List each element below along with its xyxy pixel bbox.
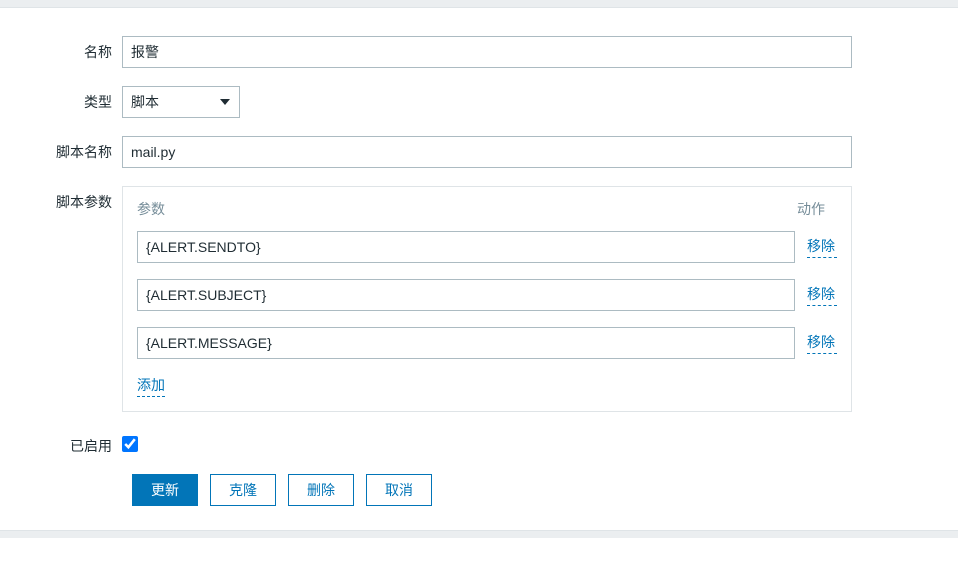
row-script-name: 脚本名称 <box>0 136 958 168</box>
delete-button[interactable]: 删除 <box>288 474 354 506</box>
row-enabled: 已启用 <box>0 430 958 456</box>
name-input[interactable] <box>122 36 852 68</box>
label-enabled: 已启用 <box>0 430 122 456</box>
param-row: 移除 <box>137 279 837 311</box>
param-input[interactable] <box>137 327 795 359</box>
params-header-param: 参数 <box>137 199 797 219</box>
enabled-checkbox[interactable] <box>122 436 138 452</box>
remove-link[interactable]: 移除 <box>807 236 837 258</box>
clone-button[interactable]: 克隆 <box>210 474 276 506</box>
params-header: 参数 动作 <box>137 199 837 219</box>
label-script-params: 脚本参数 <box>0 186 122 212</box>
script-name-input[interactable] <box>122 136 852 168</box>
type-select[interactable]: 脚本 <box>122 86 240 118</box>
remove-link[interactable]: 移除 <box>807 284 837 306</box>
label-name: 名称 <box>0 36 122 62</box>
row-name: 名称 <box>0 36 958 68</box>
row-script-params: 脚本参数 参数 动作 移除 移除 移除 添 <box>0 186 958 412</box>
bottom-bar <box>0 530 958 538</box>
top-bar <box>0 0 958 8</box>
label-script-name: 脚本名称 <box>0 136 122 162</box>
param-input[interactable] <box>137 231 795 263</box>
param-row: 移除 <box>137 327 837 359</box>
params-box: 参数 动作 移除 移除 移除 添加 <box>122 186 852 412</box>
add-link[interactable]: 添加 <box>137 375 165 397</box>
form-container: 名称 类型 脚本 脚本名称 脚本参数 参数 动作 <box>0 8 958 530</box>
update-button[interactable]: 更新 <box>132 474 198 506</box>
params-header-action: 动作 <box>797 199 837 219</box>
row-type: 类型 脚本 <box>0 86 958 118</box>
button-row: 更新 克隆 删除 取消 <box>132 474 958 506</box>
param-row: 移除 <box>137 231 837 263</box>
label-type: 类型 <box>0 86 122 112</box>
cancel-button[interactable]: 取消 <box>366 474 432 506</box>
remove-link[interactable]: 移除 <box>807 332 837 354</box>
param-input[interactable] <box>137 279 795 311</box>
